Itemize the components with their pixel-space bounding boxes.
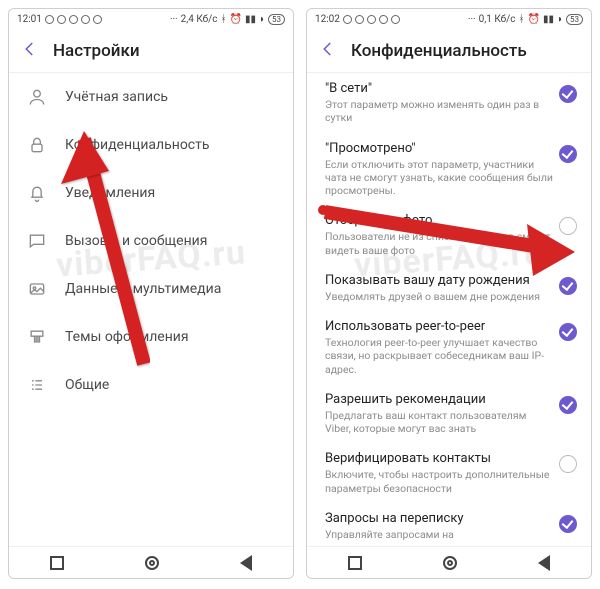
status-icon — [367, 15, 376, 24]
row-desc: Управляйте запросами на — [325, 528, 553, 541]
signal-icon: ▮▮ — [245, 14, 256, 25]
status-dots: ··· — [170, 14, 178, 25]
status-icon — [391, 15, 400, 24]
toggle-checkbox[interactable] — [559, 323, 577, 341]
bluetooth-icon: ᚼ — [220, 14, 226, 25]
alarm-icon: ⏰ — [229, 14, 241, 25]
privacy-item-p2p[interactable]: Использовать peer-to-peerТехнология peer… — [307, 311, 591, 384]
row-title: Использовать peer-to-peer — [325, 319, 553, 335]
settings-item-label: Конфиденциальность — [65, 137, 209, 153]
toggle-checkbox[interactable] — [559, 515, 577, 533]
privacy-item-recommend[interactable]: Разрешить рекомендацииПредлагать ваш кон… — [307, 384, 591, 444]
status-icon — [81, 15, 90, 24]
row-desc: Предлагать ваш контакт пользователям Vib… — [325, 409, 553, 435]
user-icon — [27, 87, 47, 107]
row-desc: Технология peer-to-peer улучшает качеств… — [325, 336, 553, 375]
settings-item-label: Уведомления — [65, 185, 155, 201]
row-title: Верифицировать контакты — [325, 451, 553, 467]
settings-item-account[interactable]: Учётная запись — [9, 73, 293, 121]
status-icon — [93, 15, 102, 24]
status-bar: 12:01 ··· 2,4 Кб/с ᚼ ⏰ ▮▮ ◗ 53 — [9, 9, 293, 29]
status-time: 12:01 — [17, 14, 42, 25]
row-desc: Если отключить этот параметр, участники … — [325, 158, 553, 197]
row-title: "В сети" — [325, 81, 553, 97]
nav-recent-icon[interactable] — [50, 556, 64, 570]
battery-icon: 53 — [268, 14, 285, 25]
row-title: "Просмотрено" — [325, 141, 553, 157]
row-desc: Этот параметр можно изменять один раз в … — [325, 98, 553, 124]
status-net: 0,1 Кб/с — [479, 14, 516, 25]
status-time: 12:02 — [315, 14, 340, 25]
row-title: Разрешить рекомендации — [325, 392, 553, 408]
row-title: Отображать фото — [325, 213, 553, 229]
privacy-item-seen[interactable]: "Просмотрено"Если отключить этот парамет… — [307, 133, 591, 206]
privacy-item-verify[interactable]: Верифицировать контактыВключите, чтобы н… — [307, 443, 591, 503]
toggle-checkbox[interactable] — [559, 85, 577, 103]
bluetooth-icon: ᚼ — [518, 14, 524, 25]
toggle-checkbox[interactable] — [559, 455, 577, 473]
settings-item-label: Темы оформления — [65, 329, 189, 345]
settings-item-label: Учётная запись — [65, 89, 168, 105]
nav-back-icon[interactable] — [240, 555, 252, 571]
toggle-checkbox[interactable] — [559, 277, 577, 295]
status-icon — [69, 15, 78, 24]
alarm-icon: ⏰ — [527, 14, 539, 25]
settings-item-privacy[interactable]: Конфиденциальность — [9, 121, 293, 169]
wifi-icon: ◗ — [259, 14, 265, 25]
settings-item-general[interactable]: Общие — [9, 361, 293, 409]
list-icon — [27, 375, 47, 395]
toggle-checkbox[interactable] — [559, 217, 577, 235]
toggle-checkbox[interactable] — [559, 396, 577, 414]
nav-home-icon[interactable] — [145, 556, 159, 570]
media-icon — [27, 279, 47, 299]
back-icon[interactable] — [319, 40, 337, 62]
wifi-icon: ◗ — [557, 14, 563, 25]
status-icon — [355, 15, 364, 24]
page-title: Настройки — [53, 41, 140, 61]
status-icon — [45, 15, 54, 24]
nav-bar — [307, 546, 591, 578]
app-bar: Настройки — [9, 29, 293, 73]
privacy-list: "В сети"Этот параметр можно изменять оди… — [307, 73, 591, 546]
settings-item-themes[interactable]: Темы оформления — [9, 313, 293, 361]
app-bar: Конфиденциальность — [307, 29, 591, 73]
settings-item-label: Общие — [65, 377, 109, 393]
nav-bar — [9, 546, 293, 578]
signal-icon: ▮▮ — [543, 14, 554, 25]
status-bar: 12:02 ··· 0,1 Кб/с ᚼ ⏰ ▮▮ ◗ 53 — [307, 9, 591, 29]
status-icon — [379, 15, 388, 24]
status-dots: ··· — [468, 14, 476, 25]
status-net: 2,4 Кб/с — [181, 14, 218, 25]
privacy-item-requests[interactable]: Запросы на перепискуУправляйте запросами… — [307, 503, 591, 546]
settings-list: Учётная запись Конфиденциальность Уведом… — [9, 73, 293, 546]
row-title: Запросы на переписку — [325, 511, 553, 527]
privacy-item-online[interactable]: "В сети"Этот параметр можно изменять оди… — [307, 73, 591, 133]
nav-home-icon[interactable] — [443, 556, 457, 570]
phone-privacy: 12:02 ··· 0,1 Кб/с ᚼ ⏰ ▮▮ ◗ 53 Конфиден — [306, 8, 592, 579]
settings-item-notifications[interactable]: Уведомления — [9, 169, 293, 217]
chat-icon — [27, 231, 47, 251]
status-icon — [57, 15, 66, 24]
nav-recent-icon[interactable] — [348, 556, 362, 570]
row-desc: Уведомлять друзей о вашем дне рождения — [325, 290, 553, 303]
bell-icon — [27, 183, 47, 203]
lock-icon — [27, 135, 47, 155]
status-icon — [343, 15, 352, 24]
row-desc: Включите, чтобы настроить дополнительные… — [325, 468, 553, 494]
phone-settings: 12:01 ··· 2,4 Кб/с ᚼ ⏰ ▮▮ ◗ 53 Настройк — [8, 8, 294, 579]
brush-icon — [27, 327, 47, 347]
battery-icon: 53 — [566, 14, 583, 25]
page-title: Конфиденциальность — [351, 41, 527, 61]
back-icon[interactable] — [21, 40, 39, 62]
toggle-checkbox[interactable] — [559, 145, 577, 163]
nav-back-icon[interactable] — [538, 555, 550, 571]
